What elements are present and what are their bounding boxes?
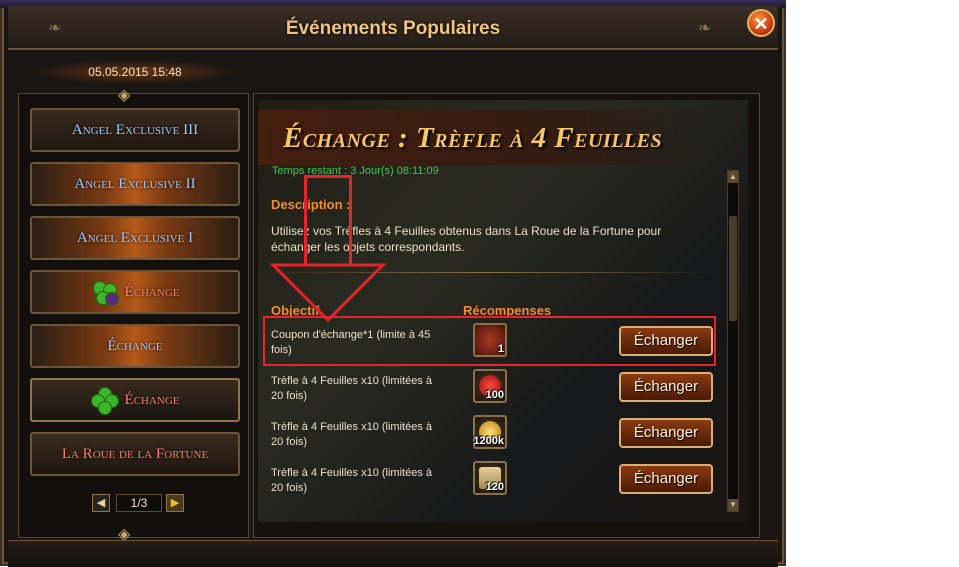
time-remaining: Temps restant : 3 Jour(s) 08:11:09 xyxy=(272,165,439,177)
scrollbar[interactable]: ▲ ▼ xyxy=(727,170,739,512)
four-leaf-clover-icon xyxy=(90,387,119,415)
event-item-angel-exclusive-2[interactable]: Angel Exclusive II xyxy=(30,162,240,206)
exchange-button[interactable]: Échanger xyxy=(619,418,713,448)
annotation-arrow-shaft xyxy=(304,175,352,265)
objective-text: Trèfle à 4 Feuilles x10 (limitées à 20 f… xyxy=(271,467,432,494)
objective-text: Trèfle à 4 Feuilles x10 (limitées à 20 f… xyxy=(271,375,432,402)
event-item-echange-clover[interactable]: Échange xyxy=(30,378,240,422)
objective-text: Trèfle à 4 Feuilles x10 (limitées à 20 f… xyxy=(271,421,432,448)
annotation-arrow-head xyxy=(270,263,386,323)
panel-ornament-top-icon: ◈ xyxy=(118,87,131,104)
exchange-button[interactable]: Échanger xyxy=(619,372,713,402)
event-title: Échange : Trèfle à 4 Feuilles xyxy=(283,122,663,154)
event-item-echange-bouquet[interactable]: Échange xyxy=(30,270,240,314)
event-item-angel-exclusive-1[interactable]: Angel Exclusive I xyxy=(30,216,240,260)
window-bottom-bar xyxy=(8,540,778,567)
clover-bouquet-icon xyxy=(91,279,119,306)
left-arrow-icon[interactable]: ◀ xyxy=(92,494,110,512)
window-title: Événements Populaires xyxy=(285,18,501,39)
event-item-roue-fortune[interactable]: La Roue de la Fortune xyxy=(30,432,240,476)
red-flowers-icon[interactable]: 100 xyxy=(473,369,507,403)
event-item-angel-exclusive-3[interactable]: Angel Exclusive III xyxy=(30,108,240,152)
scroll-icon[interactable]: 120 xyxy=(473,461,507,495)
close-button[interactable]: ✕ xyxy=(747,9,775,37)
date-display: 05.05.2015 15:48 xyxy=(30,60,240,84)
pager: ◀ 1/3 ▶ xyxy=(92,494,186,514)
table-row: Trèfle à 4 Feuilles x10 (limitées à 20 f… xyxy=(262,458,717,502)
scroll-down-icon[interactable]: ▼ xyxy=(728,499,738,511)
scroll-thumb[interactable] xyxy=(729,216,737,321)
right-arrow-icon[interactable]: ▶ xyxy=(166,494,184,512)
title-bar: ❧ Événements Populaires ❧ xyxy=(8,6,778,50)
page-indicator: 1/3 xyxy=(116,494,162,512)
scroll-up-icon[interactable]: ▲ xyxy=(728,171,738,183)
event-item-echange[interactable]: Échange xyxy=(30,324,240,368)
gold-coin-icon[interactable]: 1200k xyxy=(473,415,507,449)
exchange-button[interactable]: Échanger xyxy=(619,464,713,494)
table-row: Trèfle à 4 Feuilles x10 (limitées à 20 f… xyxy=(262,366,717,410)
ornament-right-icon: ❧ xyxy=(698,20,712,37)
table-row: Trèfle à 4 Feuilles x10 (limitées à 20 f… xyxy=(262,412,717,456)
